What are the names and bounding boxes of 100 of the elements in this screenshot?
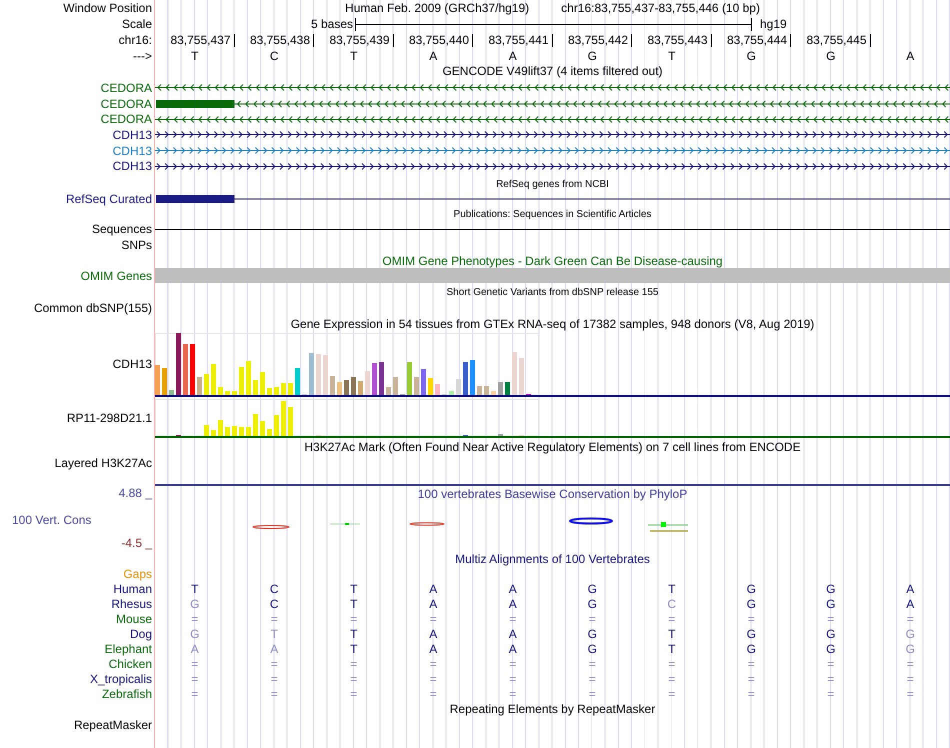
- alignment-base: T: [349, 582, 358, 596]
- alignment-base: =: [826, 656, 836, 671]
- track-title: Repeating Elements by RepeatMasker: [450, 703, 656, 716]
- alignment-base: T: [667, 642, 676, 656]
- alignment-base: A: [269, 642, 280, 656]
- alignment-base: G: [746, 626, 757, 641]
- track-title: GENCODE V49lift37 (4 items filtered out): [442, 65, 663, 78]
- alignment-base: C: [268, 582, 280, 596]
- alignment-base: G: [825, 596, 836, 611]
- alignment-base: G: [586, 642, 598, 656]
- track-label: Elephant: [104, 642, 152, 656]
- track-title: RefSeq genes from NCBI: [496, 178, 609, 192]
- alignment-base: =: [746, 672, 756, 686]
- alignment-base: C: [268, 596, 280, 611]
- alignment-base: =: [667, 686, 676, 701]
- coordinate-label: 83,755,440: [394, 34, 473, 46]
- sequence-base: G: [586, 49, 598, 63]
- alignment-base: T: [349, 596, 358, 611]
- track-label: RepeatMasker: [74, 718, 152, 732]
- alignment-base: =: [190, 656, 200, 671]
- alignment-base: A: [508, 582, 518, 596]
- alignment-base: G: [746, 582, 757, 596]
- track-label: Common dbSNP(155): [34, 300, 152, 315]
- row-label: chr16:: [118, 33, 152, 47]
- alignment-base: C: [666, 596, 678, 611]
- alignment-base: =: [746, 686, 756, 701]
- alignment-base: G: [746, 596, 757, 611]
- alignment-base: =: [508, 656, 518, 671]
- track-label: CDH13: [112, 357, 152, 372]
- alignment-base: G: [904, 642, 916, 656]
- row-label: Window Position: [63, 1, 152, 15]
- track-label: Gaps: [123, 566, 152, 581]
- coordinate-label: 83,755,443: [632, 34, 712, 46]
- alignment-base: G: [825, 642, 836, 656]
- track-title: OMIM Gene Phenotypes - Dark Green Can Be Disease-causing: [382, 255, 723, 268]
- alignment-base: =: [428, 612, 438, 626]
- track-label: SNPs: [121, 238, 152, 252]
- track-label: 100 Vert. Cons: [11, 513, 92, 528]
- alignment-base: =: [349, 686, 358, 701]
- alignment-base: G: [586, 626, 598, 641]
- alignment-base: G: [904, 626, 916, 641]
- track-label: CEDORA: [100, 80, 152, 95]
- alignment-base: G: [746, 642, 757, 656]
- alignment-base: =: [906, 612, 915, 626]
- alignment-base: T: [270, 626, 279, 641]
- scale-assembly: hg19: [760, 17, 787, 31]
- coordinate-label: 83,755,444: [712, 34, 791, 46]
- assembly-name: Human Feb. 2009 (GRCh37/hg19): [345, 1, 530, 15]
- alignment-base: =: [906, 686, 915, 701]
- track-label: Chicken: [108, 656, 152, 671]
- alignment-base: =: [588, 672, 597, 686]
- alignment-base: G: [586, 582, 598, 596]
- alignment-base: A: [428, 642, 438, 656]
- alignment-base: G: [825, 582, 836, 596]
- row-label: --->: [133, 49, 152, 63]
- track-label: Rhesus: [111, 596, 152, 611]
- track-label: CDH13: [112, 144, 152, 158]
- axis-min-label: -4.5 _: [120, 536, 152, 550]
- track-label: Zebrafish: [102, 686, 152, 701]
- track-title: Publications: Sequences in Scientific Articles: [454, 208, 652, 222]
- alignment-base: =: [190, 612, 200, 626]
- alignment-base: =: [270, 656, 279, 671]
- coordinate-label: 83,755,437: [155, 34, 234, 46]
- track-label: X_tropicalis: [90, 672, 152, 686]
- track-label: Dog: [130, 626, 152, 641]
- axis-max-label: 4.88 _: [118, 486, 152, 500]
- alignment-base: =: [190, 686, 200, 701]
- alignment-base: =: [349, 656, 358, 671]
- alignment-base: =: [349, 672, 358, 686]
- alignment-base: T: [667, 626, 676, 641]
- alignment-base: =: [667, 672, 676, 686]
- alignment-base: =: [906, 672, 915, 686]
- alignment-base: A: [428, 582, 438, 596]
- alignment-base: =: [826, 612, 836, 626]
- alignment-base: =: [746, 612, 756, 626]
- alignment-base: =: [826, 686, 836, 701]
- alignment-base: A: [428, 596, 438, 611]
- track-label: RP11-298D21.1: [66, 410, 152, 425]
- coordinate-label: 83,755,442: [552, 34, 632, 46]
- sequence-base: A: [905, 49, 916, 63]
- coordinate-label: 83,755,438: [234, 34, 314, 46]
- alignment-base: G: [189, 596, 200, 611]
- alignment-base: T: [667, 582, 676, 596]
- track-title: H3K27Ac Mark (Often Found Near Active Regulatory Elements) on 7 cell lines from ENCODE: [304, 441, 801, 454]
- alignment-base: =: [588, 686, 597, 701]
- alignment-base: =: [667, 656, 676, 671]
- alignment-base: =: [428, 686, 438, 701]
- row-label: Scale: [122, 17, 152, 31]
- coordinate-label: 83,755,439: [314, 34, 394, 46]
- track-label: CDH13: [112, 128, 152, 142]
- alignment-base: =: [508, 686, 518, 701]
- track-label: Layered H3K27Ac: [54, 456, 152, 470]
- alignment-base: =: [667, 612, 676, 626]
- alignment-base: =: [826, 672, 836, 686]
- alignment-base: T: [349, 642, 358, 656]
- alignment-base: G: [586, 596, 598, 611]
- alignment-base: =: [428, 656, 438, 671]
- alignment-base: =: [428, 672, 438, 686]
- coordinate-label: 83,755,445: [791, 34, 870, 46]
- alignment-base: =: [508, 672, 518, 686]
